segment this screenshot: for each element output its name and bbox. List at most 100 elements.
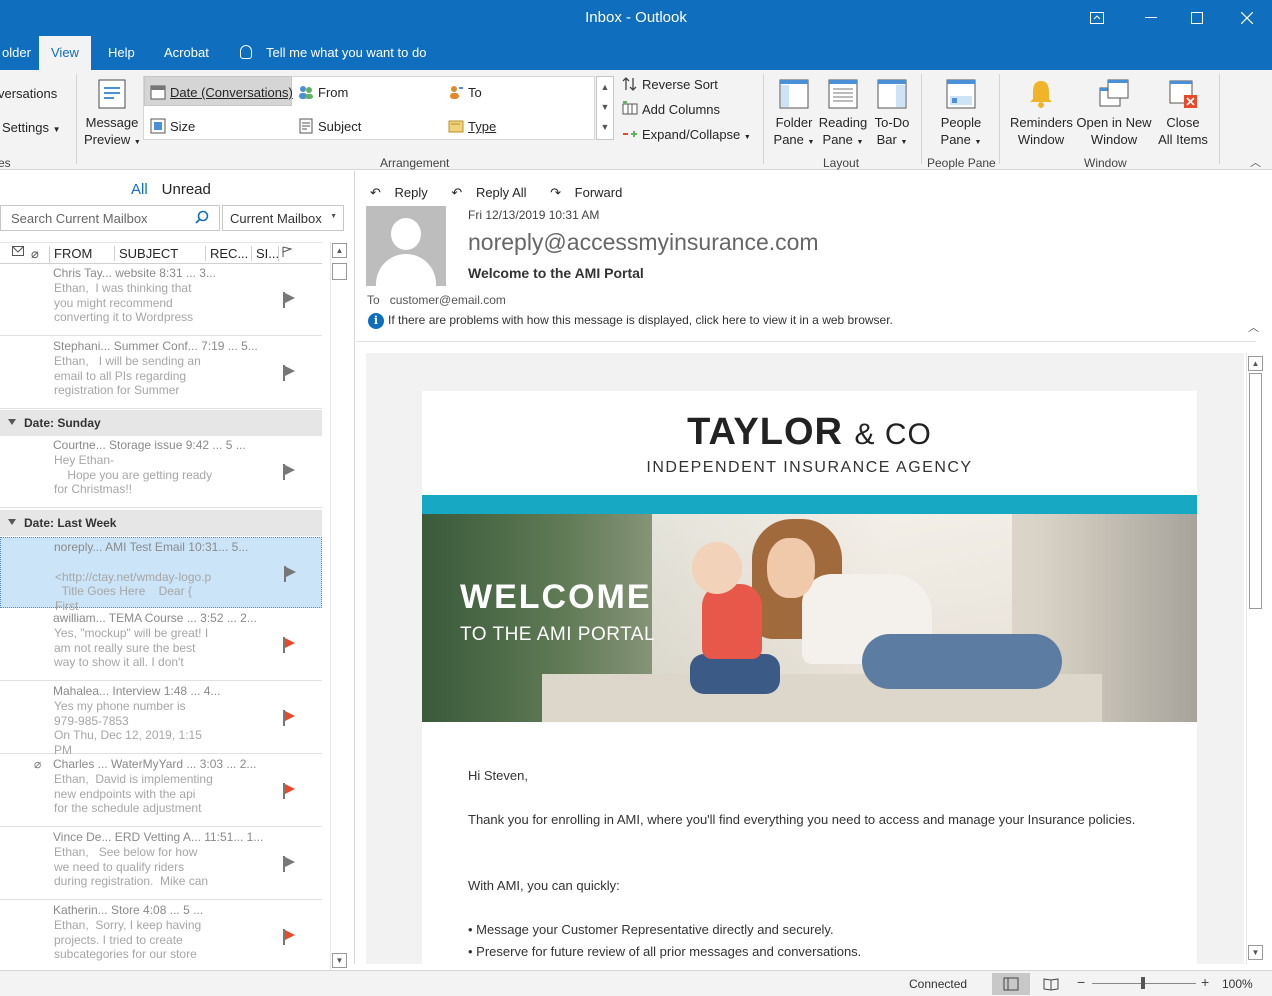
reply-button[interactable]: ↶ Reply: [370, 185, 438, 200]
list-item[interactable]: Mahalea... Interview 1:48 ... 4... Yes m…: [0, 682, 322, 757]
arrange-from-label: From: [318, 85, 349, 100]
to-label: To: [367, 293, 380, 307]
email-body: TAYLOR & CO INDEPENDENT INSURANCE AGENCY…: [366, 353, 1244, 964]
pane-divider[interactable]: [354, 171, 355, 964]
red-flag-icon[interactable]: [282, 783, 296, 799]
arrange-subject-button[interactable]: Subject: [298, 118, 361, 134]
conversations-button[interactable]: versations: [0, 86, 57, 101]
zoom-level[interactable]: 100%: [1222, 977, 1253, 991]
arrange-to-label: To: [468, 85, 482, 100]
scroll-thumb[interactable]: [332, 263, 347, 280]
scroll-up-icon[interactable]: ▲: [332, 243, 347, 258]
minimize-button[interactable]: [1128, 0, 1174, 36]
filter-all[interactable]: All: [131, 181, 148, 198]
list-item[interactable]: Vince De... ERD Vetting A... 11:51... 1.…: [0, 828, 322, 900]
collapse-header-icon[interactable]: ︿: [1248, 319, 1259, 335]
reading-scrollbar[interactable]: ▲ ▼: [1246, 353, 1264, 964]
close-all-label-1: Close: [1166, 115, 1200, 130]
header-separator: [356, 341, 1256, 342]
flag-icon[interactable]: [282, 365, 296, 381]
red-flag-icon[interactable]: [282, 637, 296, 653]
reply-all-button[interactable]: ↶ Reply All: [451, 185, 536, 200]
gallery-scroll[interactable]: ▲ ▼ ▼: [596, 76, 614, 140]
arrange-from-button[interactable]: From: [298, 84, 348, 100]
zoom-slider-thumb[interactable]: [1141, 977, 1145, 989]
folder-pane-button[interactable]: Folder Pane ▼: [772, 78, 816, 151]
arrange-type-button[interactable]: Type: [448, 118, 496, 134]
zoom-in-button[interactable]: +: [1201, 974, 1209, 990]
people-pane-button[interactable]: People Pane ▼: [938, 78, 984, 151]
expand-collapse-label: Expand/Collapse: [642, 127, 741, 142]
todo-bar-label-1: To-Do: [874, 115, 910, 130]
list-item-selected[interactable]: noreply... AMI Test Email 10:31... 5... …: [0, 537, 322, 613]
column-subject[interactable]: SUBJECT: [114, 246, 178, 261]
normal-view-button[interactable]: [992, 973, 1030, 995]
tab-view[interactable]: View: [39, 36, 91, 70]
filter-unread[interactable]: Unread: [162, 181, 211, 198]
red-flag-icon[interactable]: [282, 710, 296, 726]
reminders-window-button[interactable]: Reminders Window: [1010, 78, 1073, 148]
list-item[interactable]: awilliam... TEMA Course ... 3:52 ... 2..…: [0, 609, 322, 681]
search-scope-dropdown[interactable]: Current Mailbox ▼: [222, 205, 344, 231]
flag-icon[interactable]: [282, 856, 296, 872]
zoom-out-button[interactable]: −: [1077, 974, 1085, 990]
message-header: Chris Tay... website 8:31 ... 3...: [53, 266, 216, 280]
add-columns-button[interactable]: Add Columns: [622, 100, 720, 117]
arrange-date-button[interactable]: Date (Conversations): [150, 84, 293, 100]
tab-help[interactable]: Help: [96, 36, 147, 70]
conversation-settings-button[interactable]: Settings ▼: [2, 120, 61, 135]
tab-folder[interactable]: older: [0, 36, 43, 70]
add-columns-icon: [622, 100, 638, 117]
list-item[interactable]: Charles ... WaterMyYard ... 3:03 ... 2..…: [0, 755, 322, 827]
column-importance-icon[interactable]: [12, 246, 26, 261]
scroll-up-icon[interactable]: ▲: [1248, 356, 1263, 371]
message-preview-button[interactable]: Message Preview ▼: [84, 78, 141, 151]
column-flag-icon[interactable]: [278, 246, 293, 261]
reply-all-icon: ↶: [451, 185, 463, 200]
expand-collapse-button[interactable]: Expand/Collapse ▼: [622, 126, 751, 142]
group-header-sunday[interactable]: Date: Sunday: [0, 410, 322, 436]
scroll-thumb[interactable]: [1249, 373, 1262, 609]
close-all-items-button[interactable]: Close All Items: [1156, 78, 1210, 148]
ribbon-display-options-button[interactable]: [1074, 0, 1120, 36]
search-input[interactable]: Search Current Mailbox: [0, 205, 220, 231]
tab-acrobat[interactable]: Acrobat: [152, 36, 221, 70]
maximize-button[interactable]: [1174, 0, 1220, 36]
info-bar[interactable]: i If there are problems with how this mes…: [368, 313, 893, 329]
list-item[interactable]: Chris Tay... website 8:31 ... 3... Ethan…: [0, 264, 322, 336]
column-size[interactable]: SI...: [251, 246, 279, 261]
reading-pane-button[interactable]: Reading Pane ▼: [818, 78, 868, 151]
close-window-button[interactable]: [1224, 0, 1270, 36]
close-all-label-2: All Items: [1158, 132, 1208, 147]
collapse-ribbon-icon[interactable]: ︿: [1250, 154, 1261, 170]
column-attachment-icon[interactable]: ⌀: [31, 246, 39, 262]
tell-me-search[interactable]: Tell me what you want to do: [240, 36, 426, 70]
scroll-down-icon[interactable]: ▼: [1248, 945, 1263, 960]
reading-view-button[interactable]: [1032, 973, 1070, 995]
list-item[interactable]: Stephani... Summer Conf... 7:19 ... 5...…: [0, 337, 322, 409]
reading-pane: ↶ Reply ↶ Reply All ↷ Forward Fri 12/13/…: [356, 171, 1272, 964]
to-address[interactable]: customer@email.com: [390, 293, 506, 307]
forward-button[interactable]: ↷ Forward: [550, 185, 632, 200]
email-sender[interactable]: noreply@accessmyinsurance.com: [468, 229, 819, 256]
flag-icon[interactable]: [282, 464, 296, 480]
flag-icon[interactable]: [283, 566, 297, 582]
group-header-last-week[interactable]: Date: Last Week: [0, 510, 322, 536]
open-new-window-button[interactable]: Open in New Window: [1076, 78, 1152, 148]
todo-bar-button[interactable]: To-Do Bar ▼: [872, 78, 912, 151]
red-flag-icon[interactable]: [282, 929, 296, 945]
arrange-size-button[interactable]: Size: [150, 118, 195, 134]
todo-bar-icon: [876, 78, 908, 110]
column-received[interactable]: REC...: [205, 246, 248, 261]
reminders-label-2: Window: [1017, 132, 1065, 147]
list-item[interactable]: Katherin... Store 4:08 ... 5 ... Ethan, …: [0, 901, 322, 964]
flag-icon[interactable]: [282, 292, 296, 308]
chevron-down-icon: ▼: [900, 139, 908, 146]
scroll-down-icon[interactable]: ▼: [332, 953, 347, 968]
reverse-sort-button[interactable]: Reverse Sort: [622, 76, 718, 92]
arrange-to-button[interactable]: To: [448, 84, 482, 100]
mail-list-scrollbar[interactable]: ▲ ▼: [330, 242, 347, 970]
column-from[interactable]: FROM: [49, 246, 92, 264]
list-item[interactable]: Courtne... Storage issue 9:42 ... 5 ... …: [0, 436, 322, 508]
folder-pane-icon: [778, 78, 810, 110]
